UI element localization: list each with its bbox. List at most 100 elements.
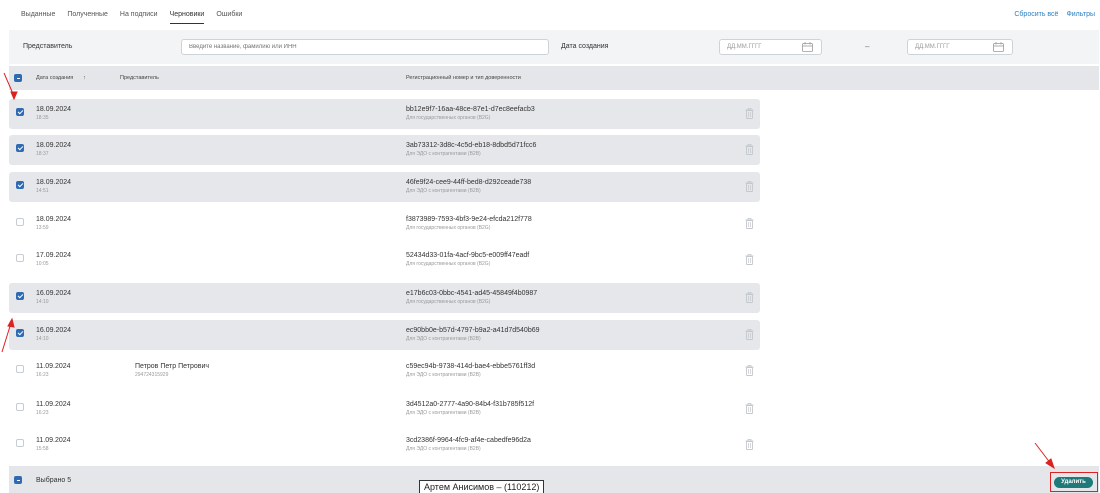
row-time: 16:23 — [36, 372, 49, 378]
trash-icon[interactable] — [745, 108, 754, 119]
row-checkbox[interactable] — [16, 144, 24, 152]
filter-bar: Представитель Дата создания ДД.ММ.ГГГГ –… — [9, 30, 1099, 64]
row-power-type: Для государственных органов (B2G) — [406, 299, 491, 305]
row-power-type: Для ЭДО с контрагентами (B2B) — [406, 151, 481, 157]
selection-bar: Выбрано 5 — [9, 466, 1099, 493]
table-row[interactable]: 18.09.2024 18:37 3ab73312-3d8c-4c5d-eb18-8… — [9, 135, 760, 165]
date-from-placeholder: ДД.ММ.ГГГГ — [727, 44, 762, 50]
row-power-type: Для ЭДО с контрагентами (B2B) — [406, 410, 481, 416]
row-registration-number[interactable]: 52434d33-01fa-4acf-9bc5-e009ff47eadf — [406, 252, 529, 259]
table-row[interactable]: 18.09.2024 13:59 f3873989-7593-4bf3-9e24-e… — [9, 209, 760, 239]
table-row[interactable]: 16.09.2024 14:10 ec90bb0e-b57d-4797-b9a2-a… — [9, 320, 760, 350]
row-registration-number[interactable]: 3cd2386f-9964-4fc9-af4e-cabedfe96d2a — [406, 437, 531, 444]
row-representative: Петров Петр Петрович — [135, 363, 210, 370]
table-row[interactable]: 11.09.2024 15:58 3cd2386f-9964-4fc9-af4e-c… — [9, 430, 760, 460]
bulk-select-checkbox[interactable] — [14, 476, 22, 484]
row-power-type: Для государственных органов (B2G) — [406, 261, 491, 267]
row-time: 14:51 — [36, 188, 49, 194]
row-date: 16.09.2024 — [36, 327, 72, 334]
date-from-input[interactable]: ДД.ММ.ГГГГ — [719, 39, 822, 55]
filters-link[interactable]: Фильтры — [1066, 11, 1095, 18]
row-checkbox[interactable] — [16, 181, 24, 189]
trash-icon[interactable] — [745, 218, 754, 229]
tab-bar: Выданные Полученные На подписи Черновики… — [21, 8, 242, 24]
header-representative: Представитель — [120, 75, 159, 81]
row-checkbox[interactable] — [16, 254, 24, 262]
trash-icon[interactable] — [745, 181, 754, 192]
row-time: 13:59 — [36, 225, 49, 231]
row-registration-number[interactable]: bb12e9f7-16aa-48ce-87e1-d7ec8eefacb3 — [406, 106, 535, 113]
tab-drafts[interactable]: Черновики — [169, 8, 205, 24]
row-time: 14:10 — [36, 299, 49, 305]
date-range-dash: – — [865, 42, 870, 51]
trash-icon[interactable] — [745, 292, 754, 303]
row-registration-number[interactable]: e17b6c03-0bbc-4541-ad45-45849f4b0987 — [406, 290, 537, 297]
representative-filter-label: Представитель — [23, 43, 73, 50]
top-links: Сбросить всё Фильтры — [1014, 11, 1095, 18]
representative-search-input[interactable] — [181, 39, 549, 55]
trash-icon[interactable] — [745, 365, 754, 376]
row-power-type: Для государственных органов (B2G) — [406, 115, 491, 121]
delete-button[interactable]: Удалить — [1054, 477, 1093, 488]
row-checkbox[interactable] — [16, 292, 24, 300]
row-registration-number[interactable]: 3d4512a0-2777-4a90-84b4-f31b785f512f — [406, 401, 534, 408]
row-checkbox[interactable] — [16, 108, 24, 116]
tab-issued[interactable]: Выданные — [21, 8, 55, 24]
row-time: 18:35 — [36, 115, 49, 121]
trash-icon[interactable] — [745, 144, 754, 155]
row-checkbox[interactable] — [16, 365, 24, 373]
date-to-input[interactable]: ДД.ММ.ГГГГ — [907, 39, 1013, 55]
select-all-checkbox[interactable] — [14, 74, 22, 82]
row-power-type: Для ЭДО с контрагентами (B2B) — [406, 336, 481, 342]
created-date-filter-label: Дата создания — [561, 43, 609, 50]
table-row[interactable]: 18.09.2024 14:51 46fe9f24-cee9-44ff-bed8-d… — [9, 172, 760, 202]
row-registration-number[interactable]: 3ab73312-3d8c-4c5d-eb18-8dbd5d71fcc6 — [406, 142, 536, 149]
tab-errors[interactable]: Ошибки — [216, 8, 242, 24]
header-date[interactable]: Дата создания — [36, 75, 73, 81]
delete-button-highlight: Удалить — [1050, 472, 1098, 492]
trash-icon[interactable] — [745, 439, 754, 450]
row-power-type: Для государственных органов (B2G) — [406, 225, 491, 231]
row-time: 15:58 — [36, 446, 49, 452]
tab-received[interactable]: Полученные — [67, 8, 108, 24]
table-row[interactable]: 11.09.2024 16:23 Петров Петр Петрович 29472… — [9, 356, 760, 386]
row-time: 10:05 — [36, 261, 49, 267]
row-registration-number[interactable]: 46fe9f24-cee9-44ff-bed8-d292ceade738 — [406, 179, 531, 186]
row-date: 18.09.2024 — [36, 106, 72, 113]
selected-count: Выбрано 5 — [36, 477, 72, 484]
row-registration-number[interactable]: c59ec94b-9738-414d-bae4-ebbe5761ff3d — [406, 363, 535, 370]
table-row[interactable]: 11.09.2024 16:23 3d4512a0-2777-4a90-84b4-f… — [9, 394, 760, 424]
calendar-icon[interactable] — [802, 42, 813, 52]
trash-icon[interactable] — [745, 403, 754, 414]
row-date: 16.09.2024 — [36, 290, 72, 297]
calendar-icon[interactable] — [993, 42, 1004, 52]
reset-all-link[interactable]: Сбросить всё — [1014, 11, 1058, 18]
row-date: 18.09.2024 — [36, 179, 72, 186]
row-power-type: Для ЭДО с контрагентами (B2B) — [406, 188, 481, 194]
table-header: Дата создания ↑ Представитель Регистраци… — [9, 66, 1099, 90]
row-registration-number[interactable]: ec90bb0e-b57d-4797-b9a2-a41d7d540b69 — [406, 327, 540, 334]
row-power-type: Для ЭДО с контрагентами (B2B) — [406, 446, 481, 452]
row-registration-number[interactable]: f3873989-7593-4bf3-9e24-efcda212f778 — [406, 216, 532, 223]
user-tooltip: Артем Анисимов – (110212) — [419, 480, 545, 493]
header-registration: Регистрационный номер и тип доверенности — [406, 75, 521, 81]
row-checkbox[interactable] — [16, 218, 24, 226]
table-row[interactable]: 16.09.2024 14:10 e17b6c03-0bbc-4541-ad45-4… — [9, 283, 760, 313]
tab-to-sign[interactable]: На подписи — [120, 8, 158, 24]
trash-icon[interactable] — [745, 254, 754, 265]
row-date: 18.09.2024 — [36, 216, 72, 223]
table-row[interactable]: 18.09.2024 18:35 bb12e9f7-16aa-48ce-87e1-d… — [9, 99, 760, 129]
trash-icon[interactable] — [745, 329, 754, 340]
row-checkbox[interactable] — [16, 403, 24, 411]
date-to-placeholder: ДД.ММ.ГГГГ — [915, 44, 950, 50]
row-power-type: Для ЭДО с контрагентами (B2B) — [406, 372, 481, 378]
row-time: 14:10 — [36, 336, 49, 342]
row-checkbox[interactable] — [16, 329, 24, 337]
row-date: 11.09.2024 — [36, 401, 71, 408]
table-row[interactable]: 17.09.2024 10:05 52434d33-01fa-4acf-9bc5-e… — [9, 245, 760, 275]
row-time: 16:23 — [36, 410, 49, 416]
row-date: 17.09.2024 — [36, 252, 72, 259]
row-date: 18.09.2024 — [36, 142, 72, 149]
row-checkbox[interactable] — [16, 439, 24, 447]
sort-arrow-icon[interactable]: ↑ — [83, 75, 86, 81]
